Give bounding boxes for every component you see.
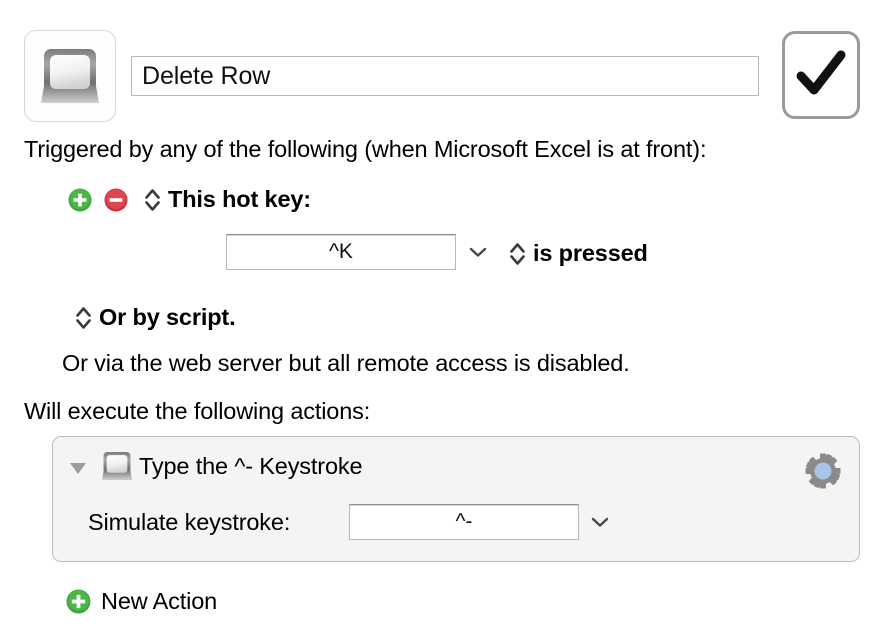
up-down-stepper-icon <box>76 307 91 329</box>
simulate-keystroke-field[interactable]: ^- <box>349 504 579 540</box>
up-down-stepper-icon <box>510 243 525 265</box>
plus-circle-icon <box>66 589 91 614</box>
simulate-keystroke-value: ^- <box>455 510 473 533</box>
macro-enabled-toggle[interactable] <box>782 31 860 119</box>
chevron-down-icon <box>591 517 609 527</box>
script-trigger-stepper[interactable] <box>75 305 92 331</box>
minus-circle-icon <box>104 188 128 212</box>
macro-name-input[interactable]: Delete Row <box>131 56 759 96</box>
simulate-keystroke-label: Simulate keystroke: <box>88 509 291 535</box>
hotkey-trigger-label: This hot key: <box>168 186 311 212</box>
hotkey-dropdown-button[interactable] <box>467 245 489 259</box>
simulate-keystroke-dropdown-button[interactable] <box>589 515 611 529</box>
hotkey-pressed-label: is pressed <box>533 240 648 266</box>
remove-trigger-button[interactable] <box>104 188 128 212</box>
up-down-stepper-icon <box>145 189 160 211</box>
triggers-heading: Triggered by any of the following (when … <box>24 136 707 162</box>
macro-icon-well[interactable] <box>24 30 116 122</box>
action-title: Type the ^- Keystroke <box>139 453 363 479</box>
keycap-icon <box>102 449 132 483</box>
hotkey-value-field[interactable]: ^K <box>226 234 456 270</box>
chevron-down-icon <box>469 247 487 257</box>
checkmark-icon <box>796 50 846 95</box>
macro-name-value: Delete Row <box>142 61 271 90</box>
disclosure-triangle-down-icon <box>70 463 86 474</box>
new-action-button[interactable]: New Action <box>66 586 217 616</box>
macro-header: Delete Row <box>0 0 884 128</box>
plus-circle-icon <box>68 188 92 212</box>
gear-icon <box>805 453 841 489</box>
keycap-icon <box>41 45 99 107</box>
webserver-note: Or via the web server but all remote acc… <box>62 350 630 376</box>
hotkey-pressed-mode-stepper[interactable] <box>509 241 526 267</box>
action-item-panel[interactable]: Type the ^- Keystroke Simulate keystroke… <box>52 436 860 562</box>
script-trigger-label: Or by script. <box>99 304 236 330</box>
new-action-label: New Action <box>101 587 218 614</box>
add-trigger-button[interactable] <box>68 188 92 212</box>
action-disclosure-toggle[interactable] <box>69 461 87 475</box>
action-gear-button[interactable] <box>804 452 842 490</box>
hotkey-trigger-type-stepper[interactable] <box>144 187 161 213</box>
actions-heading: Will execute the following actions: <box>24 398 371 424</box>
hotkey-value: ^K <box>329 240 353 263</box>
